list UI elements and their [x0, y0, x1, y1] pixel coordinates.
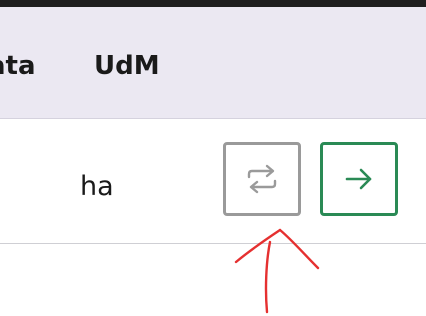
column-header-udm[interactable]: UdM [94, 51, 160, 81]
unit-cell: ha [80, 171, 114, 202]
table-screenshot: ata UdM ha [0, 0, 426, 316]
swap-button[interactable] [223, 142, 301, 216]
table-top-border [0, 0, 426, 7]
row-divider [0, 243, 426, 244]
arrow-right-icon [345, 168, 372, 190]
column-header-partial[interactable]: ata [0, 51, 36, 81]
table-row: ha [0, 119, 426, 243]
swap-arrows-icon [247, 164, 277, 194]
table-header-row: ata UdM [0, 7, 426, 119]
next-button[interactable] [320, 142, 398, 216]
